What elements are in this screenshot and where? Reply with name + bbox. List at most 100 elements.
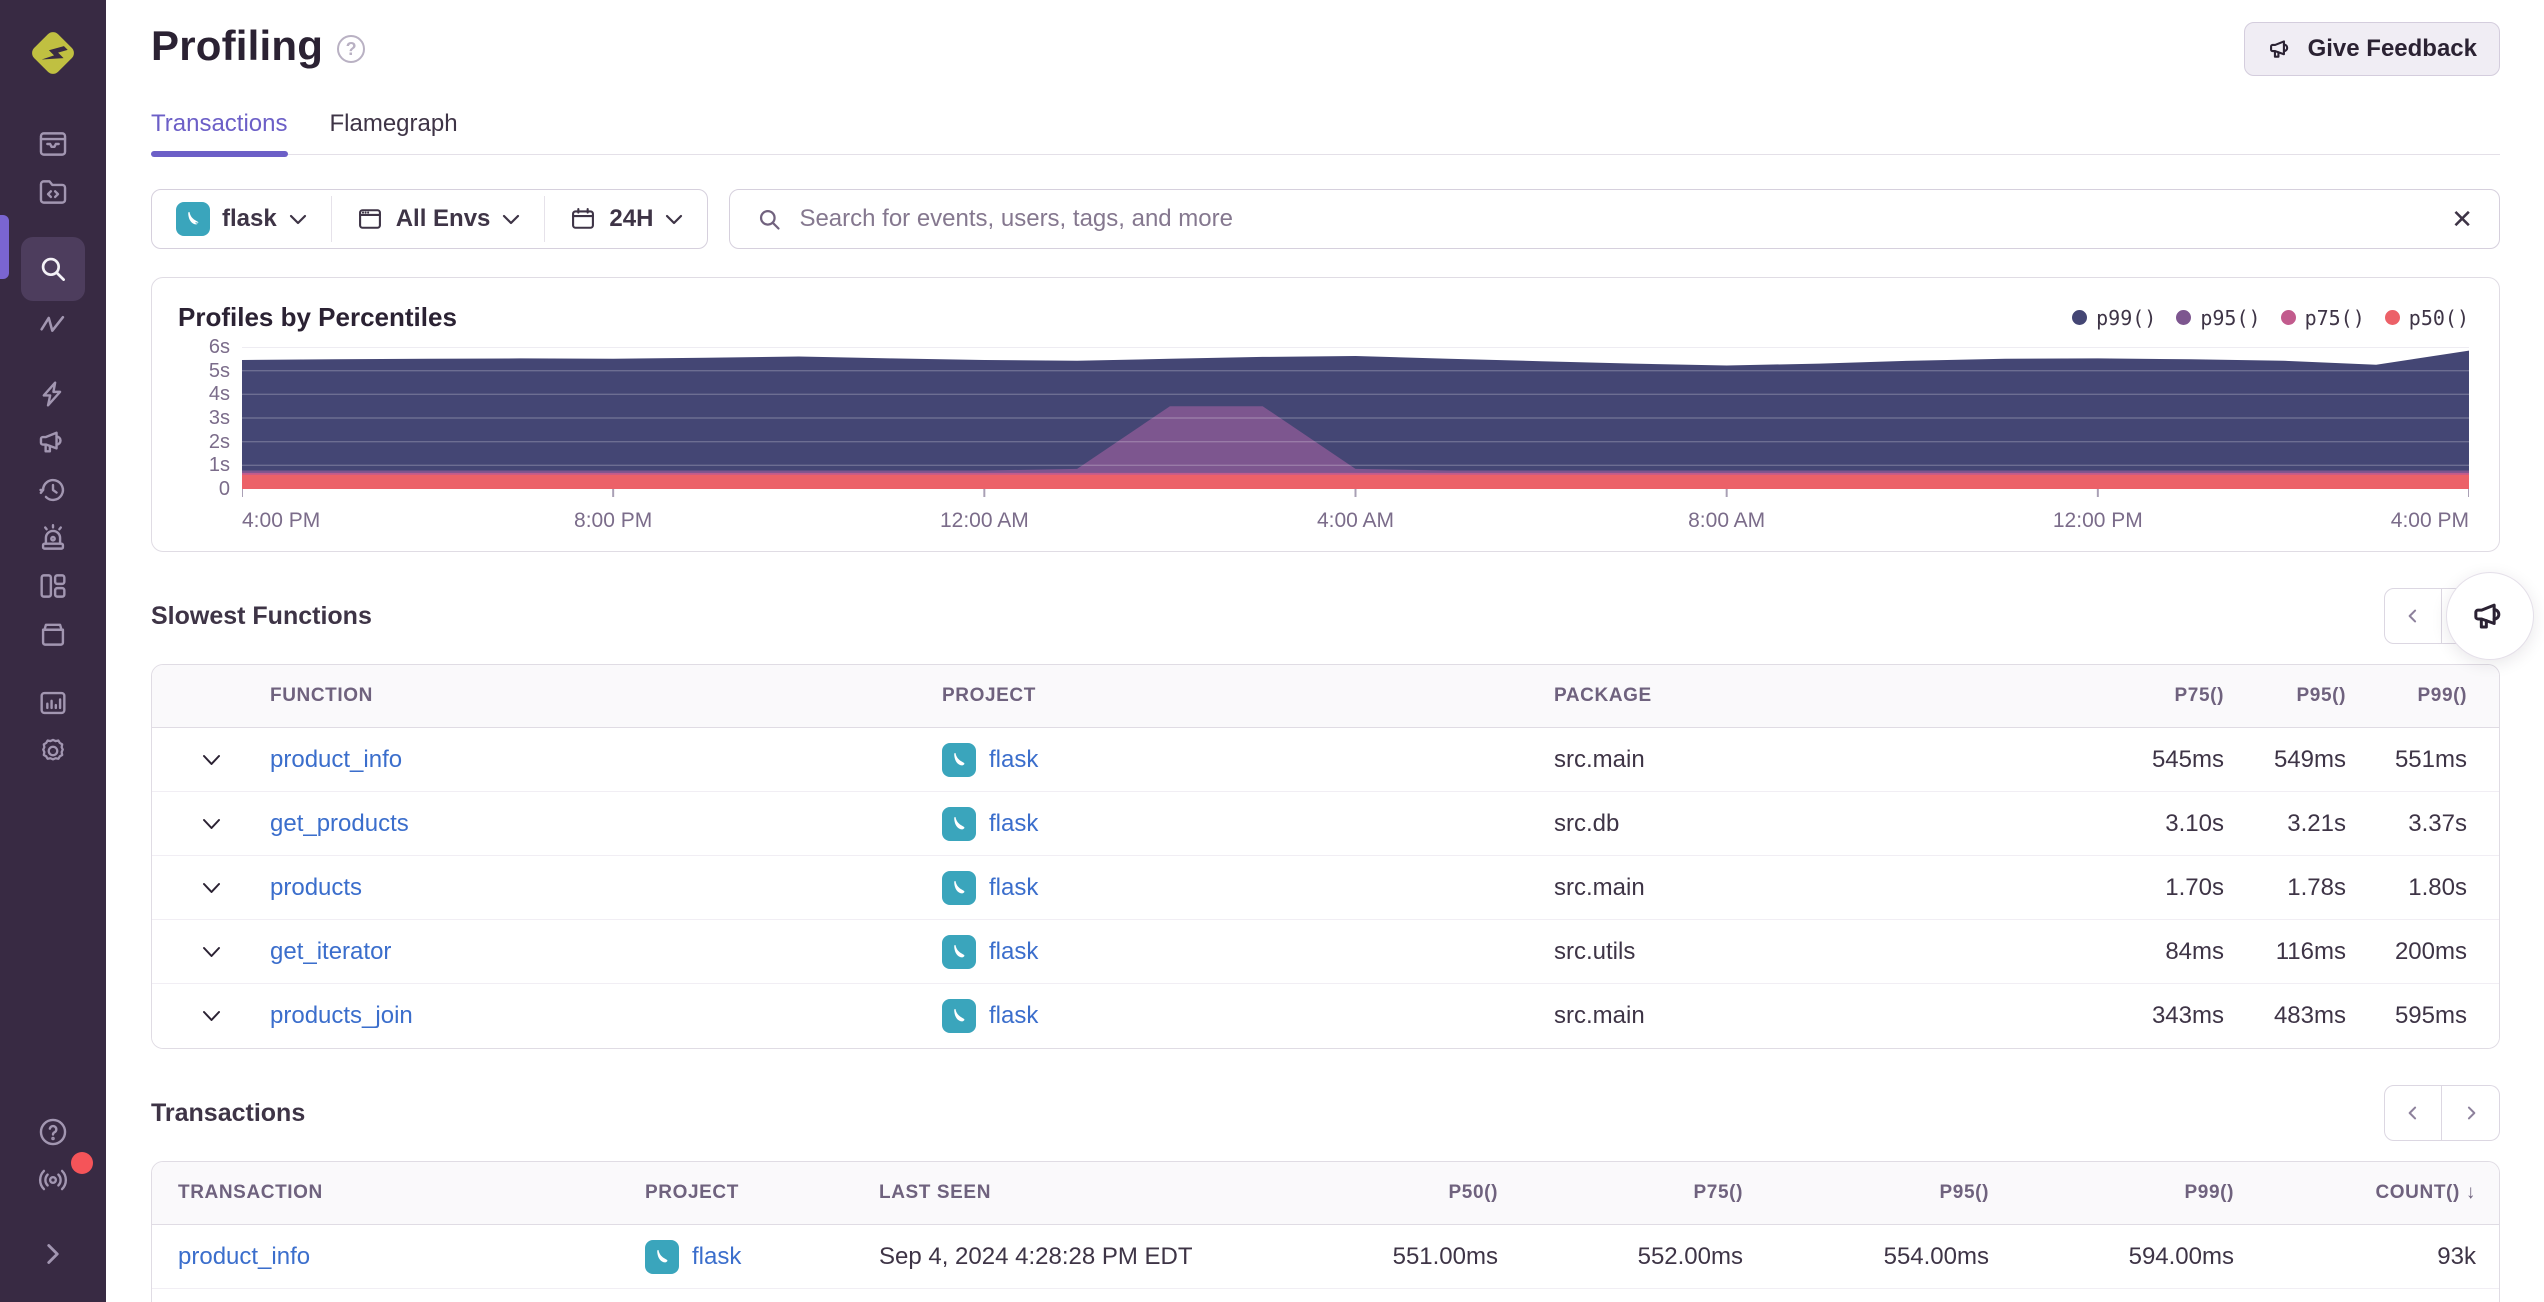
floating-feedback-button[interactable]: [2446, 572, 2534, 660]
project-link[interactable]: flask: [692, 1243, 741, 1271]
page-help-icon[interactable]: ?: [337, 35, 366, 63]
column-header-p50: P50(): [1448, 1182, 1498, 1203]
expand-row-button[interactable]: [152, 818, 270, 830]
package-cell: src.main: [1554, 873, 1645, 901]
legend-item-p95[interactable]: p95(): [2176, 305, 2261, 330]
transactions-title: Transactions: [151, 1098, 306, 1127]
p75-cell: 343ms: [2151, 1002, 2224, 1029]
function-link[interactable]: products: [270, 874, 942, 902]
x-tick-label: 12:00 AM: [939, 509, 1029, 532]
collapse-sidebar-icon[interactable]: [21, 1230, 85, 1278]
project-cell: flask: [942, 870, 1554, 905]
column-header-p75: P75(): [2174, 685, 2224, 706]
expand-row-button[interactable]: [152, 882, 270, 894]
project-link[interactable]: flask: [989, 1002, 1038, 1030]
tab-transactions[interactable]: Transactions: [151, 110, 288, 157]
clear-search-icon[interactable]: ✕: [2451, 204, 2473, 235]
project-filter-value: flask: [222, 205, 277, 232]
table-header-row: FUNCTION PROJECT PACKAGE P75() P95() P99(): [152, 665, 2499, 728]
sidebar-item-alerts[interactable]: [21, 514, 85, 562]
window-icon: [358, 209, 381, 229]
p75-cell: 1.70s: [2165, 873, 2224, 901]
prev-page-button[interactable]: [2384, 588, 2442, 644]
package-cell: src.main: [1554, 1002, 1645, 1029]
sidebar-item-dashboards[interactable]: [21, 562, 85, 610]
series-area-p50[interactable]: [242, 474, 2469, 489]
column-header-count[interactable]: COUNT() ↓: [2234, 1182, 2476, 1204]
package-cell: src.utils: [1554, 937, 1636, 965]
column-header-p99: P99(): [2184, 1182, 2234, 1203]
y-tick-label: 5s: [208, 359, 230, 382]
x-tick-label: 8:00 AM: [1688, 509, 1766, 532]
p50-cell: 551.00ms: [1392, 1242, 1498, 1270]
date-range-dropdown[interactable]: 24H: [545, 190, 707, 248]
legend-label: p99(): [2096, 305, 2157, 330]
column-header-lastseen: LAST SEEN: [879, 1182, 992, 1203]
p95-cell: 554.00ms: [1883, 1242, 1989, 1270]
p99-cell: 3.37s: [2408, 809, 2467, 837]
legend-item-p50[interactable]: p50(): [2384, 306, 2469, 330]
project-filter-dropdown[interactable]: flask: [152, 190, 331, 248]
chevron-down-icon: [202, 1011, 220, 1021]
transaction-link[interactable]: product_info: [178, 1243, 645, 1271]
environment-filter-dropdown[interactable]: All Envs: [332, 190, 545, 248]
notification-dot: [71, 1152, 93, 1174]
chevron-down-icon: [666, 214, 683, 224]
expand-row-button[interactable]: [152, 1010, 270, 1022]
help-icon[interactable]: [21, 1108, 85, 1156]
column-header-p75: P75(): [1693, 1182, 1743, 1203]
prev-page-button[interactable]: [2384, 1085, 2442, 1141]
search-input[interactable]: [799, 205, 2436, 233]
project-link[interactable]: flask: [989, 938, 1038, 966]
sidebar-item-releases[interactable]: [21, 610, 85, 658]
p95-cell: 116ms: [2275, 937, 2346, 965]
chevron-left-icon: [2408, 609, 2417, 623]
sidebar-item-replays[interactable]: [21, 466, 85, 514]
table-row: get_products flask src.db 3.10s 3.21s 3.37s: [152, 792, 2499, 856]
column-header-project: PROJECT: [942, 685, 1036, 706]
chevron-down-icon: [202, 882, 220, 893]
sidebar-item-settings[interactable]: [21, 727, 85, 775]
expand-row-button[interactable]: [152, 754, 270, 766]
transactions-pager: [2384, 1085, 2500, 1141]
expand-row-button[interactable]: [152, 946, 270, 958]
sidebar-item-issues[interactable]: [21, 120, 85, 168]
project-link[interactable]: flask: [989, 874, 1038, 902]
column-header-transaction: TRANSACTION: [178, 1182, 323, 1203]
chart-x-axis: 4:00 PM 8:00 PM 12:00 AM 4:00 AM 8:00 AM 12:0…: [242, 501, 2469, 541]
function-link[interactable]: get_products: [270, 810, 942, 838]
sidebar-item-explore[interactable]: [21, 237, 85, 301]
p95-cell: 1.78s: [2287, 873, 2346, 901]
column-header-function: FUNCTION: [270, 685, 373, 706]
project-link[interactable]: flask: [989, 810, 1038, 838]
sidebar-item-feedback[interactable]: [21, 418, 85, 466]
sidebar-item-stats[interactable]: [21, 679, 85, 727]
project-link[interactable]: flask: [989, 746, 1038, 774]
search-bar: ✕: [729, 189, 2500, 249]
chevron-down-icon: [202, 946, 220, 957]
sentry-logo-icon[interactable]: [22, 22, 84, 84]
calendar-icon: [572, 208, 595, 229]
function-link[interactable]: products_join: [270, 1002, 942, 1030]
percentile-area-chart[interactable]: [242, 347, 2469, 499]
p95-cell: 483ms: [2273, 1002, 2346, 1029]
chevron-down-icon: [289, 214, 306, 224]
sidebar-item-projects[interactable]: [21, 168, 85, 216]
function-link[interactable]: product_info: [270, 746, 942, 774]
column-header-p95: P95(): [1939, 1182, 1989, 1203]
legend-label: p95(): [2200, 305, 2261, 330]
tab-flamegraph[interactable]: Flamegraph: [330, 110, 458, 154]
legend-item-p99[interactable]: p99(): [2072, 306, 2156, 330]
chart-plot-area[interactable]: 4:00 PM 8:00 PM 12:00 AM 4:00 AM 8:00 AM 12:0…: [242, 347, 2469, 541]
function-link[interactable]: get_iterator: [270, 938, 942, 966]
legend-item-p75[interactable]: p75(): [2280, 306, 2365, 330]
project-cell: flask: [942, 999, 1554, 1033]
give-feedback-button[interactable]: Give Feedback: [2243, 22, 2500, 76]
package-cell: src.main: [1554, 745, 1645, 773]
whats-new-broadcast-icon[interactable]: [21, 1152, 93, 1204]
megaphone-icon: [2474, 603, 2501, 629]
next-page-button[interactable]: [2442, 1085, 2500, 1141]
sidebar-item-performance[interactable]: [21, 370, 85, 418]
p99-cell: 200ms: [2394, 937, 2467, 965]
sidebar-item-traces[interactable]: [21, 301, 85, 349]
